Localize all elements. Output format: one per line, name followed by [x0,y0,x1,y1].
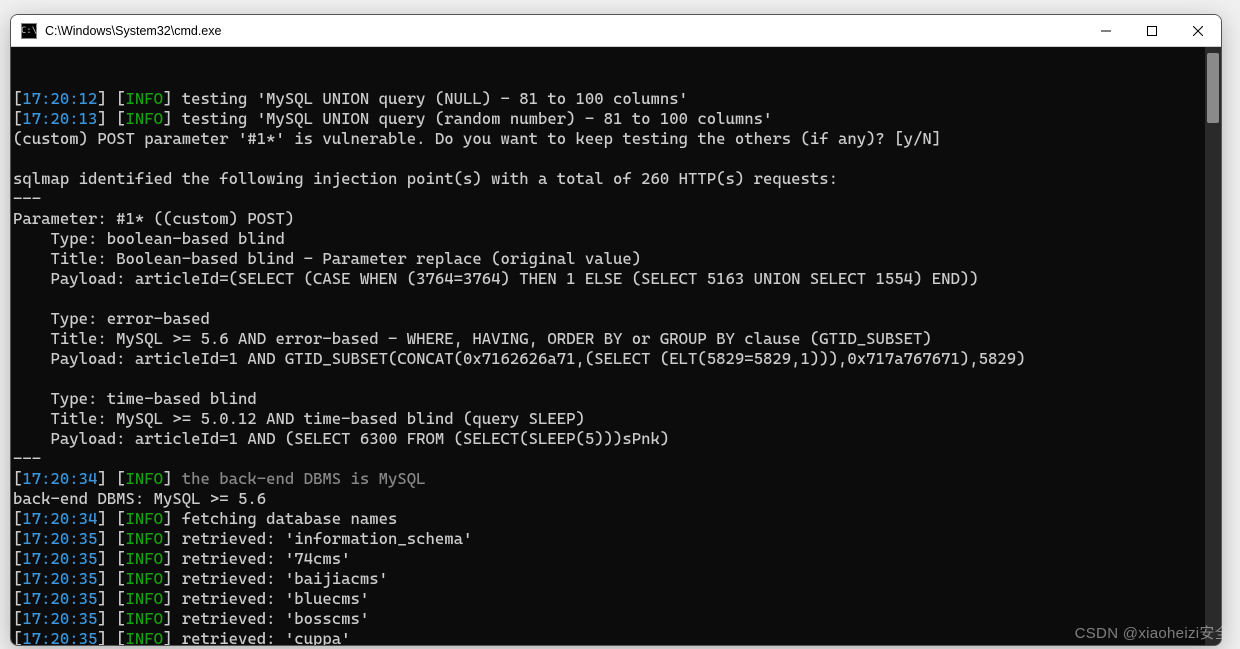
titlebar[interactable]: C:\ C:\Windows\System32\cmd.exe [11,15,1221,47]
terminal-line: Payload: articleId=1 AND GTID_SUBSET(CON… [13,349,1219,369]
terminal-line: [17:20:34] [INFO] the back-end DBMS is M… [13,469,1219,489]
terminal-line: [17:20:35] [INFO] retrieved: 'informatio… [13,529,1219,549]
terminal-line: Title: MySQL >= 5.0.12 AND time-based bl… [13,409,1219,429]
cmd-window: C:\ C:\Windows\System32\cmd.exe [17:20:1… [10,14,1222,646]
terminal-line: (custom) POST parameter '#1*' is vulnera… [13,129,1219,149]
terminal-line: [17:20:35] [INFO] retrieved: 'cuppa' [13,629,1219,645]
terminal-line: Type: time-based blind [13,389,1219,409]
terminal-line: Type: boolean-based blind [13,229,1219,249]
terminal-line: Payload: articleId=1 AND (SELECT 6300 FR… [13,429,1219,449]
terminal-line: Payload: articleId=(SELECT (CASE WHEN (3… [13,269,1219,289]
terminal-line: [17:20:35] [INFO] retrieved: 'bosscms' [13,609,1219,629]
terminal-line: Title: MySQL >= 5.6 AND error-based - WH… [13,329,1219,349]
terminal-line: [17:20:35] [INFO] retrieved: 'bluecms' [13,589,1219,609]
terminal-line: Parameter: #1* ((custom) POST) [13,209,1219,229]
terminal-line: sqlmap identified the following injectio… [13,169,1219,189]
terminal-line: Title: Boolean-based blind - Parameter r… [13,249,1219,269]
window-title: C:\Windows\System32\cmd.exe [45,24,221,38]
minimize-icon [1101,26,1111,36]
terminal-line: [17:20:35] [INFO] retrieved: '74cms' [13,549,1219,569]
terminal-line: --- [13,189,1219,209]
terminal-line [13,149,1219,169]
close-button[interactable] [1175,15,1221,47]
terminal-line [13,369,1219,389]
terminal-line: back-end DBMS: MySQL >= 5.6 [13,489,1219,509]
terminal-line: [17:20:13] [INFO] testing 'MySQL UNION q… [13,109,1219,129]
scrollbar-thumb[interactable] [1207,53,1219,123]
terminal-output[interactable]: [17:20:12] [INFO] testing 'MySQL UNION q… [11,47,1221,645]
terminal-line: [17:20:34] [INFO] fetching database name… [13,509,1219,529]
cmd-icon: C:\ [21,23,37,39]
terminal-line: Type: error-based [13,309,1219,329]
scrollbar[interactable] [1205,47,1221,645]
close-icon [1193,26,1203,36]
minimize-button[interactable] [1083,15,1129,47]
terminal-line: [17:20:12] [INFO] testing 'MySQL UNION q… [13,89,1219,109]
maximize-button[interactable] [1129,15,1175,47]
terminal-line: --- [13,449,1219,469]
maximize-icon [1147,26,1157,36]
terminal-line: [17:20:35] [INFO] retrieved: 'baijiacms' [13,569,1219,589]
terminal-line [13,289,1219,309]
